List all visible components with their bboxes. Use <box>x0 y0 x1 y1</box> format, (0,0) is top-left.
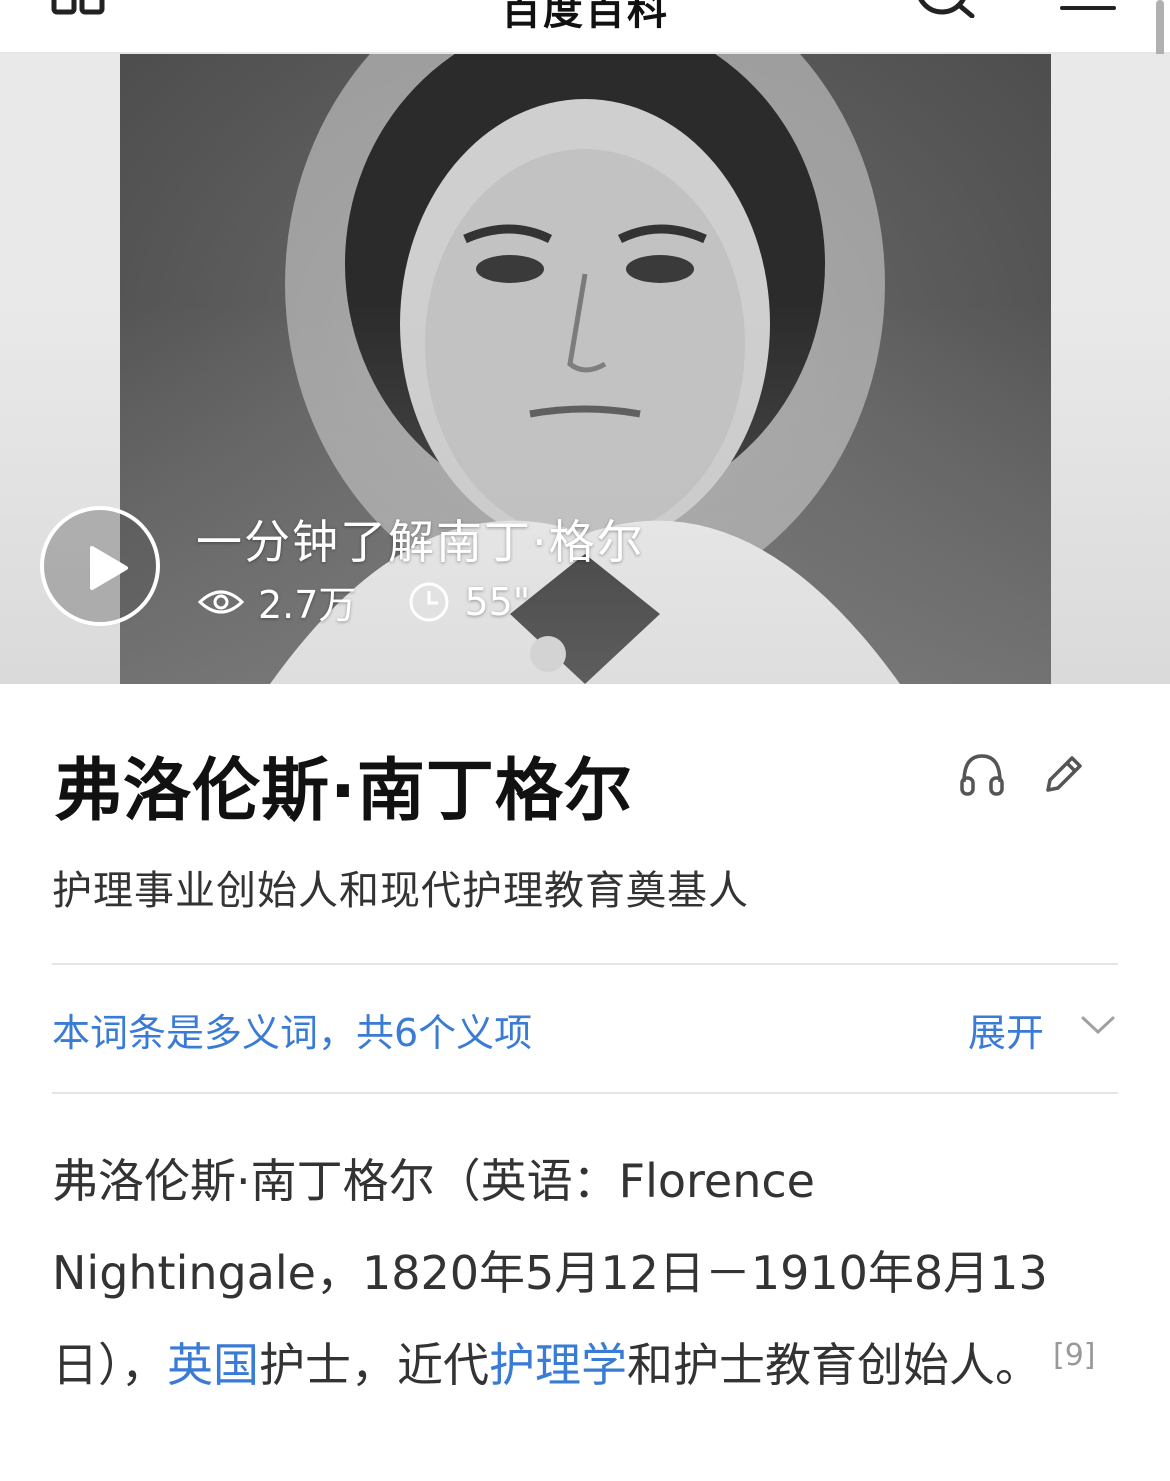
duration: 55" <box>408 580 530 624</box>
view-count-text: 2.7万 <box>258 583 357 627</box>
menu-icon[interactable] <box>1058 0 1118 20</box>
search-icon[interactable] <box>912 0 982 22</box>
page: 百度百科 一分钟了解南丁·格尔 2.7万 55" 弗洛伦斯·南丁格尔 护理事业创… <box>0 0 1170 1481</box>
entry-description: 护理事业创始人和现代护理教育奠基人 <box>52 868 749 914</box>
play-button[interactable] <box>40 506 160 626</box>
expand-button[interactable]: 展开 <box>968 1002 1044 1057</box>
site-title[interactable]: 百度百科 <box>0 0 1170 36</box>
polysemy-notice[interactable]: 本词条是多义词，共6个义项 <box>52 1002 532 1057</box>
clock-icon <box>409 582 449 621</box>
link-nursing[interactable]: 护理学 <box>489 1338 627 1392</box>
eye-icon <box>198 590 244 613</box>
link-uk[interactable]: 英国 <box>167 1338 259 1392</box>
headphone-icon[interactable] <box>958 752 1006 802</box>
reference-link[interactable]: [9] <box>1053 1338 1096 1373</box>
entry-title: 弗洛伦斯·南丁格尔 <box>54 752 633 831</box>
summary-text: 和护士教育创始人。 <box>627 1338 1041 1392</box>
divider <box>52 1092 1118 1094</box>
hero-gradient <box>0 304 1170 684</box>
view-count: 2.7万 <box>198 574 356 629</box>
chevron-down-icon[interactable] <box>1080 1014 1116 1040</box>
play-icon <box>90 546 128 590</box>
video-meta: 2.7万 55" <box>198 574 582 629</box>
pencil-icon[interactable] <box>1040 752 1086 802</box>
summary-paragraph: 弗洛伦斯·南丁格尔（英语：Florence Nightingale，1820年5… <box>52 1135 1118 1411</box>
duration-text: 55" <box>464 579 531 624</box>
top-navigation-bar: 百度百科 <box>0 0 1170 54</box>
video-title[interactable]: 一分钟了解南丁·格尔 <box>196 506 645 572</box>
video-hero[interactable]: 一分钟了解南丁·格尔 2.7万 55" <box>0 54 1170 684</box>
divider <box>52 963 1118 965</box>
summary-text: 护士，近代 <box>259 1338 489 1392</box>
